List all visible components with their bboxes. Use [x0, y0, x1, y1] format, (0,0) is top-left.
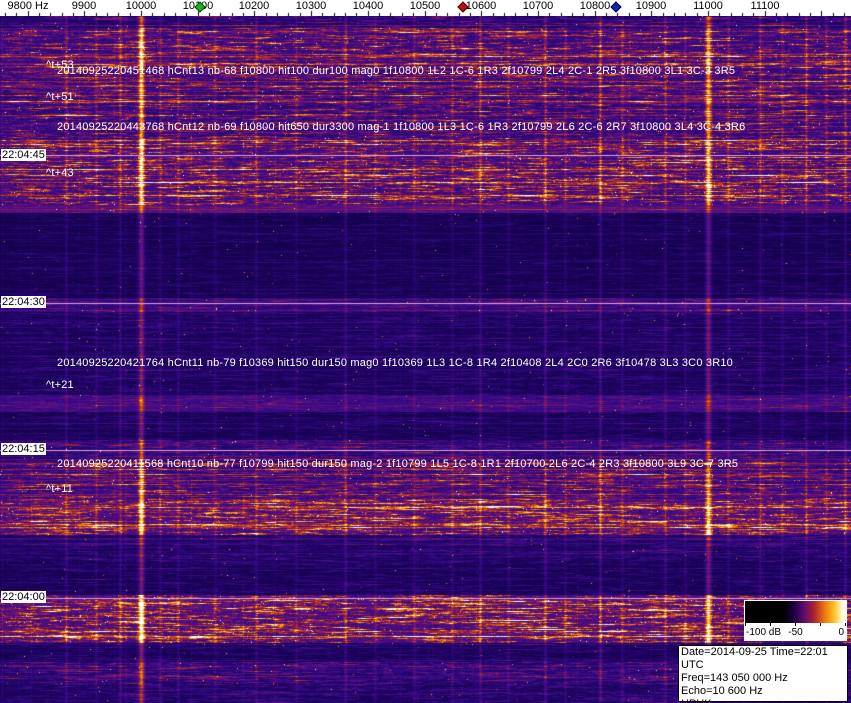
time-axis-label: 22:04:45 [1, 149, 46, 161]
freq-tick-label: 10000 [125, 0, 157, 12]
event-offset-label: ^t+11 [46, 483, 74, 495]
colorbar-max-label: 0 [838, 627, 844, 638]
info-echo-frequency: Echo=10 600 Hz [681, 685, 763, 697]
colorbar-tick [795, 623, 796, 626]
colorbar-tick [845, 623, 846, 626]
freq-tick-label: 10800 [579, 0, 611, 12]
intensity-colorbar: -100 dB -50 0 [744, 600, 847, 641]
spectrogram-app: 9800 Hz990010000101001020010300104001050… [0, 0, 851, 703]
freq-tick-label: 10600 [465, 0, 497, 12]
colorbar-tick [770, 623, 771, 626]
waterfall-display: 22:04:45 22:04:30 22:04:15 22:04:00 ^t+53 201… [0, 16, 851, 703]
freq-tick-label: 11100 [750, 0, 780, 12]
colorbar-min-label: -100 dB [746, 627, 782, 638]
freq-tick-label: 10900 [635, 0, 667, 12]
event-offset-label: ^t+43 [46, 167, 74, 179]
frequency-ruler: 9800 Hz990010000101001020010300104001050… [0, 0, 851, 16]
overlay-layer: 22:04:45 22:04:30 22:04:15 22:04:00 ^t+53 201… [0, 16, 851, 703]
info-date-time: Date=2014-09-25 Time=22:01 UTC [681, 646, 828, 671]
event-offset-label: ^t+51 [46, 91, 74, 103]
colorbar-mid-label: -50 [788, 627, 803, 638]
event-detection-text: 20140925220451468 hCnt13 nb-68 f10800 hi… [57, 65, 736, 77]
freq-tick-label: 9900 [71, 0, 97, 12]
event-detection-text: 20140925220443768 hCnt12 nb-69 f10800 hi… [57, 121, 746, 133]
colorbar-gradient [745, 601, 846, 623]
freq-tick-label: 10700 [522, 0, 554, 12]
freq-tick-label: 10500 [409, 0, 441, 12]
time-axis-label: 22:04:30 [1, 296, 46, 308]
freq-tick-label: 10300 [295, 0, 327, 12]
event-detection-text: 20140925220421764 hCnt11 nb-79 f10369 hi… [57, 357, 733, 369]
event-offset-label: ^t+21 [46, 379, 74, 391]
freq-tick-label: 9800 Hz [7, 0, 49, 12]
time-axis-label: 22:04:15 [1, 443, 46, 455]
freq-tick-label: 10400 [352, 0, 384, 12]
station-info-box: Date=2014-09-25 Time=22:01 UTC Freq=143 … [678, 645, 848, 703]
info-frequency: Freq=143 050 000 Hz [681, 672, 788, 684]
time-axis-label: 22:04:00 [1, 591, 46, 603]
freq-tick-label: 11000 [693, 0, 723, 12]
colorbar-tick [820, 623, 821, 626]
freq-tick-label: 10200 [238, 0, 270, 12]
colorbar-tick [745, 623, 746, 626]
info-station-id: HPHK [681, 698, 845, 703]
event-detection-text: 20140925220411568 hCnt10 nb-77 f10799 hi… [57, 458, 739, 470]
